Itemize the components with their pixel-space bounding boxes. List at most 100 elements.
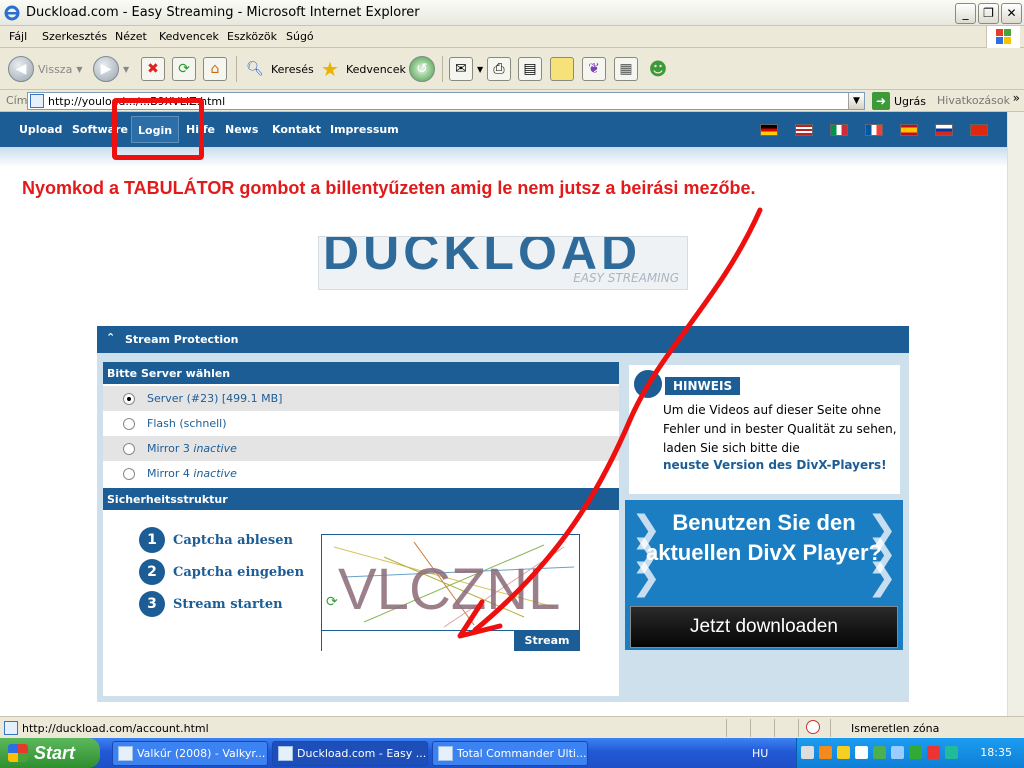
inactive-label: inactive	[193, 467, 237, 480]
page-icon	[30, 94, 44, 108]
server-radio[interactable]	[123, 468, 135, 480]
home-icon: ⌂	[203, 57, 227, 81]
media-icon: ▦	[614, 57, 638, 81]
chevron-down-icon: ▼	[76, 64, 83, 74]
menu-favorites[interactable]: Kedvencek	[159, 30, 219, 43]
network-icon[interactable]	[891, 746, 904, 759]
step-number: 3	[139, 591, 165, 617]
server-option[interactable]: Flash (schnell)	[103, 411, 619, 436]
tray-icon[interactable]	[909, 746, 922, 759]
menu-view[interactable]: Nézet	[115, 30, 147, 43]
menu-file[interactable]: Fájl	[9, 30, 27, 43]
window-title-bar[interactable]: Duckload.com - Easy Streaming - Microsof…	[0, 0, 1024, 26]
edit-button[interactable]: ▤	[518, 53, 542, 85]
mail-button[interactable]: ✉ ▼	[449, 53, 483, 85]
captcha-text: VLCZNL	[338, 557, 560, 622]
search-icon: 🔍︎	[246, 61, 264, 77]
address-dropdown-button[interactable]: ▼	[848, 93, 864, 109]
captcha-refresh-icon[interactable]: ⟳	[326, 595, 340, 609]
stop-button[interactable]: ✖	[141, 53, 165, 85]
vertical-scrollbar[interactable]	[1007, 112, 1024, 716]
print-button[interactable]: ⎙	[487, 53, 511, 85]
taskbar-item[interactable]: Total Commander Ulti...	[432, 741, 588, 766]
research-button[interactable]: ❦	[582, 53, 606, 85]
toolbar-separator	[442, 56, 443, 82]
step-item: 2 Captcha eingeben	[139, 558, 304, 586]
address-label: Cím	[6, 94, 28, 107]
search-button[interactable]: 🔍︎ Keresés	[243, 53, 314, 85]
nav-upload[interactable]: Upload	[19, 123, 62, 136]
favorites-button[interactable]: ★ Kedvencek	[318, 53, 406, 85]
tray-icon[interactable]	[945, 746, 958, 759]
tray-icon[interactable]	[927, 746, 940, 759]
refresh-icon: ⟳	[172, 57, 196, 81]
divx-ad[interactable]: ❯ ❯ ❯ ❯ ❯ ❯ Benutzen Sie den aktuellen DivX …	[625, 500, 903, 650]
toolbar: ◀ Vissza ▼ ▶ ▼ ✖ ⟳ ⌂ 🔍︎ Keresés ★ Kedven…	[0, 48, 1024, 90]
system-tray: 18:35	[796, 738, 1024, 768]
media-button[interactable]: ▦	[614, 53, 638, 85]
download-button[interactable]: Jetzt downloaden	[630, 606, 898, 648]
discuss-button[interactable]	[550, 53, 574, 85]
nav-news[interactable]: News	[225, 123, 258, 136]
messenger-button[interactable]: ☻	[646, 53, 670, 85]
shield-icon[interactable]	[837, 746, 850, 759]
refresh-button[interactable]: ⟳	[172, 53, 196, 85]
go-button[interactable]: ➜ Ugrás	[872, 92, 926, 110]
captcha-widget: VLCZNL ⟳ Stream	[321, 534, 580, 651]
tray-icon[interactable]	[873, 746, 886, 759]
server-radio[interactable]	[123, 418, 135, 430]
captcha-input[interactable]	[322, 630, 514, 651]
flag-english-icon[interactable]	[795, 124, 813, 136]
windows-logo-icon	[8, 744, 28, 762]
tray-icon[interactable]	[819, 746, 832, 759]
research-icon: ❦	[582, 57, 606, 81]
language-indicator[interactable]: HU	[752, 747, 768, 760]
flag-spanish-icon[interactable]	[900, 124, 918, 136]
menu-tools[interactable]: Eszközök	[227, 30, 277, 43]
step-number: 2	[139, 559, 165, 585]
nav-contact[interactable]: Kontakt	[272, 123, 321, 136]
status-divider	[726, 719, 727, 737]
server-option[interactable]: Server (#23) [499.1 MB]	[103, 386, 619, 411]
security-zone-icon	[806, 720, 820, 734]
minimize-button[interactable]: _	[955, 3, 976, 24]
hint-text: Um die Videos auf dieser Seite ohne Fehl…	[663, 403, 897, 455]
tray-icon[interactable]	[855, 746, 868, 759]
server-radio[interactable]	[123, 393, 135, 405]
instruction-text: Nyomkod a TABULÁTOR gombot a billentyűze…	[22, 178, 756, 198]
instruction-annotation: Nyomkod a TABULÁTOR gombot a billentyűze…	[22, 178, 926, 212]
start-button[interactable]: Start	[0, 738, 100, 768]
taskbar-item[interactable]: Duckload.com - Easy ...	[272, 741, 428, 766]
forward-button[interactable]: ▶ ▼	[93, 53, 129, 85]
taskbar-item[interactable]: Valkűr (2008) - Valkyr...	[112, 741, 268, 766]
flag-russian-icon[interactable]	[935, 124, 953, 136]
menu-help[interactable]: Súgó	[286, 30, 314, 43]
status-bar: http://duckload.com/account.html Ismeret…	[0, 716, 1024, 738]
stream-button[interactable]: Stream	[514, 630, 580, 651]
step-number: 1	[139, 527, 165, 553]
window-title: Duckload.com - Easy Streaming - Microsof…	[26, 5, 420, 20]
messenger-icon: ☻	[648, 58, 668, 80]
menu-edit[interactable]: Szerkesztés	[42, 30, 107, 43]
server-option[interactable]: Mirror 4 inactive	[103, 461, 619, 486]
close-window-button[interactable]: ✕	[1001, 3, 1022, 24]
duckload-logo: DUCKLOAD EASY STREAMING	[318, 236, 688, 290]
toolbar-overflow-icon[interactable]: »	[1013, 91, 1020, 105]
maximize-button[interactable]: ❐	[978, 3, 999, 24]
collapse-icon[interactable]: ⌃	[106, 331, 115, 344]
server-option[interactable]: Mirror 3 inactive	[103, 436, 619, 461]
nav-imprint[interactable]: Impressum	[330, 123, 399, 136]
divx-link[interactable]: neuste Version des DivX-Players!	[663, 458, 887, 472]
flag-french-icon[interactable]	[865, 124, 883, 136]
tray-icon[interactable]	[801, 746, 814, 759]
history-button[interactable]: ↺	[409, 53, 435, 85]
home-button[interactable]: ⌂	[203, 53, 227, 85]
flag-chinese-icon[interactable]	[970, 124, 988, 136]
status-divider	[798, 719, 799, 737]
flag-italian-icon[interactable]	[830, 124, 848, 136]
back-button[interactable]: ◀ Vissza ▼	[8, 53, 82, 85]
login-highlight-annotation	[112, 98, 204, 160]
links-toolbar[interactable]: Hivatkozások	[937, 94, 1010, 107]
flag-german-icon[interactable]	[760, 124, 778, 136]
server-radio[interactable]	[123, 443, 135, 455]
